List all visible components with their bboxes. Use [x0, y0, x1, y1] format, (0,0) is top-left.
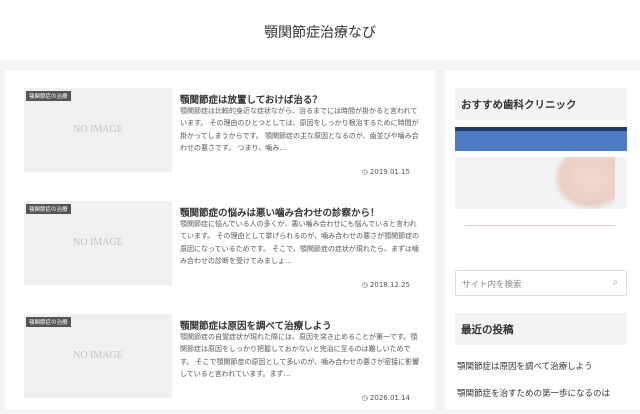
- search-icon[interactable]: ⌕: [612, 277, 618, 288]
- post-date: ◷ 2026.01.14: [362, 394, 410, 402]
- post-title[interactable]: 顎関節症の悩みは悪い噛み合わせの診察から！: [180, 205, 380, 219]
- post-date: ◷ 2019.01.15: [362, 168, 410, 176]
- post-date-text: 2018.12.25: [369, 281, 410, 289]
- widget-heading-recent: 最近の投稿: [455, 313, 627, 345]
- post-card[interactable]: 顎関節症の治療 NO IMAGE 顎関節症は放置しておけば治る？ 顎関節症は比較的…: [24, 88, 424, 188]
- recent-post-link[interactable]: 顎関節症を治すための第一歩になるのは: [457, 387, 610, 399]
- post-date: ◷ 2018.12.25: [362, 281, 410, 289]
- no-image-placeholder: NO IMAGE: [73, 124, 123, 135]
- no-image-placeholder: NO IMAGE: [73, 237, 123, 248]
- post-thumbnail[interactable]: 顎関節症の治療 NO IMAGE: [24, 201, 172, 285]
- banner-face-image: [555, 157, 615, 209]
- banner-header: [455, 131, 627, 151]
- category-badge: 顎関節症の治療: [26, 317, 71, 327]
- post-excerpt: 顎関節症に悩んでいる人の多くが、悪い噛み合わせにも悩んでいると言われています。 …: [180, 220, 420, 265]
- post-thumbnail[interactable]: 顎関節症の治療 NO IMAGE: [24, 314, 172, 398]
- category-badge: 顎関節症の治療: [26, 204, 71, 214]
- sidebar: おすすめ歯科クリニック サイト内を検索 ⌕ 最近の投稿 顎関節症は原因を調べて治療…: [445, 70, 640, 410]
- search-placeholder: サイト内を検索: [462, 280, 522, 290]
- post-date-text: 2026.01.14: [369, 394, 410, 402]
- post-card[interactable]: 顎関節症の治療 NO IMAGE 顎関節症の悩みは悪い噛み合わせの診察から！ 顎関…: [24, 201, 424, 301]
- clock-icon: ◷: [361, 168, 370, 176]
- post-excerpt: 顎関節症の自覚症状が現れた際には、原因を突き止めることが第一です。顎関節症は原因…: [180, 333, 420, 378]
- site-title-link[interactable]: 顎関節症治療なび: [264, 22, 376, 42]
- site-header: 顎関節症治療なび: [0, 0, 640, 60]
- widget-heading-clinic: おすすめ歯科クリニック: [455, 88, 627, 120]
- post-title[interactable]: 顎関節症は原因を調べて治療しよう: [180, 318, 332, 332]
- category-badge: 顎関節症の治療: [26, 91, 71, 101]
- clinic-banner-image[interactable]: [455, 127, 627, 211]
- recent-post-link[interactable]: 顎関節症は原因を調べて治療しよう: [457, 360, 593, 372]
- no-image-placeholder: NO IMAGE: [73, 350, 123, 361]
- banner-caption-line: [465, 225, 615, 226]
- search-input[interactable]: サイト内を検索 ⌕: [455, 270, 627, 296]
- post-card[interactable]: 顎関節症の治療 NO IMAGE 顎関節症は原因を調べて治療しよう 顎関節症の自覚…: [24, 314, 424, 414]
- post-thumbnail[interactable]: 顎関節症の治療 NO IMAGE: [24, 88, 172, 172]
- clock-icon: ◷: [361, 394, 370, 402]
- post-title[interactable]: 顎関節症は放置しておけば治る？: [180, 92, 322, 106]
- post-excerpt: 顎関節症は比較的身近な症状ながら、治るまでには時間が掛かると言われています。 そ…: [180, 107, 419, 152]
- clock-icon: ◷: [361, 281, 370, 289]
- post-date-text: 2019.01.15: [369, 168, 410, 176]
- post-list: 顎関節症の治療 NO IMAGE 顎関節症は放置しておけば治る？ 顎関節症は比較的…: [5, 70, 435, 410]
